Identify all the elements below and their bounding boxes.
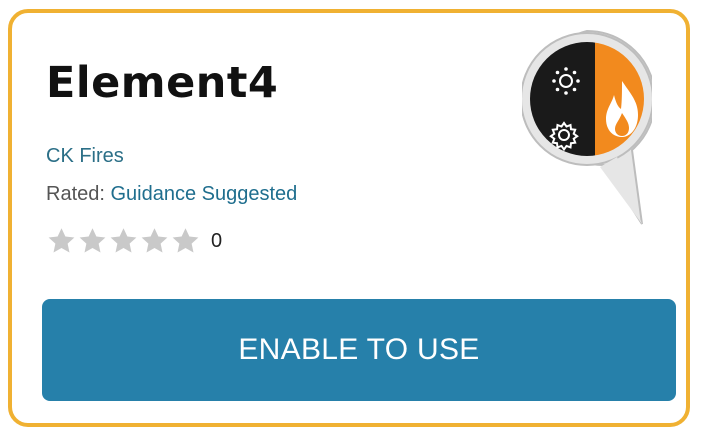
star-icon xyxy=(77,226,108,256)
rated-label: Rated: xyxy=(46,183,105,205)
star-icon xyxy=(170,226,201,256)
star-icon xyxy=(139,226,170,256)
guidance-rating-link[interactable]: Guidance Suggested xyxy=(111,183,298,205)
skill-icon xyxy=(520,29,656,229)
star-icon xyxy=(108,226,139,256)
rating-row: Rated: Guidance Suggested xyxy=(46,181,297,207)
star-icon xyxy=(46,226,77,256)
skill-title: Element4 xyxy=(46,58,279,108)
developer-name[interactable]: CK Fires xyxy=(46,143,124,169)
star-rating: 0 xyxy=(46,226,222,256)
enable-to-use-button[interactable]: ENABLE TO USE xyxy=(42,299,676,401)
review-count[interactable]: 0 xyxy=(211,226,222,256)
skill-card: Element4 CK Fires Rated: Guidance Sugges… xyxy=(8,9,690,427)
